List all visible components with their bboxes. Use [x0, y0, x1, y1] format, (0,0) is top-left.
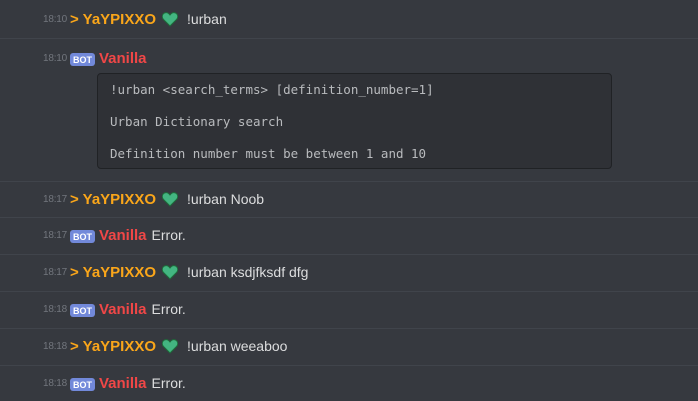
code-block: !urban <search_terms> [definition_number…	[97, 73, 612, 169]
code-line: Urban Dictionary search	[110, 114, 284, 129]
timestamp: 18:10	[43, 52, 68, 64]
timestamp: 18:17	[43, 229, 68, 241]
author-name[interactable]: Vanilla	[99, 50, 147, 67]
author-name[interactable]: > YaYPIXXO	[70, 264, 156, 281]
author-name[interactable]: > YaYPIXXO	[70, 11, 156, 28]
author-name[interactable]: Vanilla	[99, 227, 147, 244]
message-text: !urban Noob	[187, 191, 265, 207]
timestamp: 18:18	[43, 303, 68, 315]
bot-tag: BOT	[70, 303, 95, 317]
green-heart-icon	[162, 338, 179, 354]
timestamp: 18:17	[43, 193, 68, 205]
message: 18:17 > YaYPIXXO !urban Noob	[0, 181, 698, 217]
message-text: Error.	[151, 375, 186, 391]
message: 18:18 BOT Vanilla Error.	[0, 365, 698, 401]
timestamp: 18:18	[43, 377, 68, 389]
message-text: !urban ksdjfksdf dfg	[187, 264, 309, 280]
message: 18:17 BOT Vanilla Error.	[0, 217, 698, 254]
bot-tag: BOT	[70, 52, 95, 66]
chat-log: 18:10 > YaYPIXXO !urban 18:10 BOT Vanill…	[0, 0, 698, 401]
message: 18:10 BOT Vanilla !urban <search_terms> …	[0, 38, 698, 181]
message-text: !urban	[187, 11, 227, 27]
timestamp: 18:18	[43, 340, 68, 352]
bot-tag: BOT	[70, 229, 95, 243]
green-heart-icon	[162, 264, 179, 280]
timestamp: 18:17	[43, 266, 68, 278]
timestamp: 18:10	[43, 13, 68, 25]
author-name[interactable]: > YaYPIXXO	[70, 191, 156, 208]
message-text: !urban weeaboo	[187, 338, 288, 354]
author-name[interactable]: Vanilla	[99, 301, 147, 318]
author-name[interactable]: > YaYPIXXO	[70, 338, 156, 355]
message: 18:18 > YaYPIXXO !urban weeaboo	[0, 328, 698, 365]
bot-tag: BOT	[70, 377, 95, 391]
green-heart-icon	[162, 191, 179, 207]
message: 18:10 > YaYPIXXO !urban	[0, 0, 698, 38]
code-line: Definition number must be between 1 and …	[110, 146, 427, 161]
code-line: !urban <search_terms> [definition_number…	[110, 82, 434, 97]
message: 18:17 > YaYPIXXO !urban ksdjfksdf dfg	[0, 254, 698, 291]
message-text: Error.	[151, 227, 186, 243]
message: 18:18 BOT Vanilla Error.	[0, 291, 698, 328]
green-heart-icon	[162, 11, 179, 27]
author-name[interactable]: Vanilla	[99, 375, 147, 392]
message-text: Error.	[151, 301, 186, 317]
